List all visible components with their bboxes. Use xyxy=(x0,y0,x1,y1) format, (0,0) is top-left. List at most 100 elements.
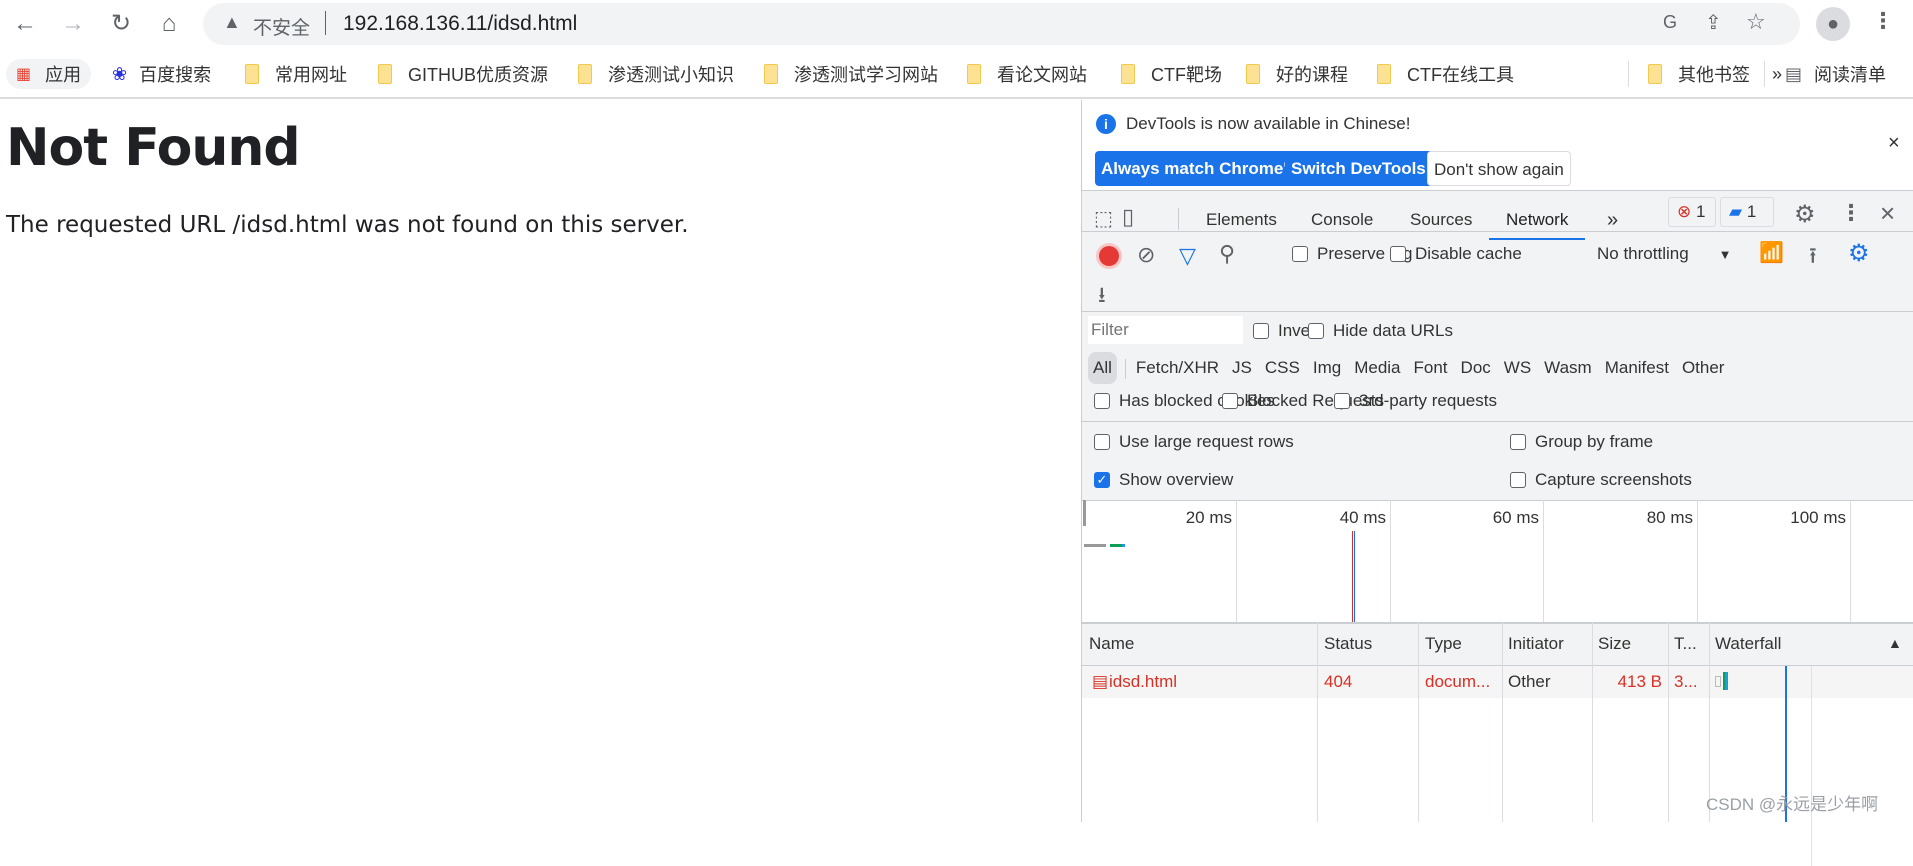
column-header-name[interactable]: Name xyxy=(1089,622,1134,665)
import-har-icon[interactable]: ⭱ xyxy=(1809,239,1817,277)
bookmark-folder[interactable]: 渗透测试学习网站 xyxy=(764,59,938,89)
checkbox[interactable] xyxy=(1253,323,1269,339)
profile-avatar[interactable]: ● xyxy=(1816,7,1850,41)
type-filter-other[interactable]: Other xyxy=(1682,352,1725,384)
overview-handle[interactable] xyxy=(1083,500,1086,526)
bookmark-folder[interactable]: 常用网址 xyxy=(245,59,347,89)
info-icon: i xyxy=(1096,114,1116,134)
grid-line xyxy=(1236,500,1237,622)
group-by-frame-checkbox[interactable]: Group by frame xyxy=(1510,432,1653,452)
type-filter-ws[interactable]: WS xyxy=(1504,352,1531,384)
request-name[interactable]: idsd.html xyxy=(1109,666,1177,698)
message-count-badge[interactable]: ▰ 1 xyxy=(1720,197,1774,227)
column-header-waterfall[interactable]: Waterfall xyxy=(1715,622,1781,665)
search-icon[interactable]: ⚲ xyxy=(1219,241,1235,267)
inspect-element-icon[interactable]: ⬚ xyxy=(1094,206,1113,231)
settings-gear-icon[interactable]: ⚙ xyxy=(1794,200,1816,229)
column-header-size[interactable]: Size xyxy=(1598,622,1631,665)
show-overview-label: Show overview xyxy=(1119,470,1234,489)
sort-ascending-icon[interactable]: ▲ xyxy=(1888,622,1902,665)
disable-cache-checkbox[interactable]: Disable cache xyxy=(1390,244,1522,264)
tab-network[interactable]: Network xyxy=(1489,200,1586,240)
bookmark-folder[interactable]: 看论文网站 xyxy=(967,59,1087,89)
checkbox[interactable] xyxy=(1390,246,1406,262)
network-conditions-icon[interactable]: 📶 xyxy=(1759,240,1784,265)
more-options-icon[interactable]: ⋮ xyxy=(1840,200,1862,226)
column-divider xyxy=(1418,622,1419,822)
checkbox-checked[interactable]: ✓ xyxy=(1094,472,1110,488)
table-row[interactable] xyxy=(1082,666,1913,698)
throttling-select[interactable]: No throttling ▼ xyxy=(1597,244,1732,264)
reload-button[interactable]: ↻ xyxy=(106,10,136,40)
checkbox[interactable] xyxy=(1308,323,1324,339)
third-party-checkbox[interactable]: 3rd-party requests xyxy=(1334,391,1497,411)
record-button[interactable] xyxy=(1099,246,1119,266)
dont-show-again-button[interactable]: Don't show again xyxy=(1427,151,1571,186)
large-rows-checkbox[interactable]: Use large request rows xyxy=(1094,432,1294,452)
type-filter-js[interactable]: JS xyxy=(1232,352,1252,384)
bookmark-apps[interactable]: ▦ 应用 xyxy=(6,59,92,89)
bookmark-folder[interactable]: CTF靶场 xyxy=(1121,59,1222,89)
checkbox[interactable] xyxy=(1334,393,1350,409)
other-bookmarks[interactable]: 其他书签 xyxy=(1648,59,1750,89)
filter-icon[interactable]: ▽ xyxy=(1179,243,1196,269)
checkbox[interactable] xyxy=(1510,434,1526,450)
bookmark-baidu[interactable]: ❀ 百度搜索 xyxy=(112,59,211,89)
tab-elements[interactable]: Elements xyxy=(1206,200,1277,240)
bookmarks-overflow-button[interactable]: » xyxy=(1772,59,1782,89)
bookmark-label: 渗透测试学习网站 xyxy=(794,65,938,85)
type-filter-font[interactable]: Font xyxy=(1414,352,1448,384)
close-infobar-icon[interactable]: × xyxy=(1888,132,1900,155)
type-filter-media[interactable]: Media xyxy=(1354,352,1400,384)
reading-list[interactable]: ▤ 阅读清单 xyxy=(1785,59,1886,89)
back-button[interactable]: ← xyxy=(10,10,40,40)
translate-icon[interactable]: G xyxy=(1663,12,1677,33)
type-filter-css[interactable]: CSS xyxy=(1265,352,1300,384)
checkbox[interactable] xyxy=(1292,246,1308,262)
folder-icon xyxy=(378,64,392,84)
capture-screenshots-checkbox[interactable]: Capture screenshots xyxy=(1510,470,1692,490)
checkbox[interactable] xyxy=(1510,472,1526,488)
menu-icon[interactable]: ⋮ xyxy=(1872,8,1894,34)
tab-console[interactable]: Console xyxy=(1311,200,1373,240)
show-overview-checkbox[interactable]: ✓ Show overview xyxy=(1094,470,1233,490)
error-count-badge[interactable]: ⊗ 1 xyxy=(1668,197,1716,227)
more-tabs-button[interactable]: » xyxy=(1607,200,1618,240)
request-time: 3... xyxy=(1674,672,1698,691)
close-devtools-icon[interactable]: × xyxy=(1880,198,1895,229)
star-icon[interactable]: ☆ xyxy=(1746,9,1766,35)
network-settings-icon[interactable]: ⚙ xyxy=(1848,239,1870,268)
column-divider xyxy=(1502,622,1503,822)
forward-button[interactable]: → xyxy=(58,10,88,40)
home-button[interactable]: ⌂ xyxy=(154,10,184,40)
address-bar[interactable]: ▲ 不安全 192.168.136.11/idsd.html G ⇪ ☆ xyxy=(203,3,1800,45)
device-toolbar-icon[interactable]: ▯ xyxy=(1122,204,1134,230)
type-filter-doc[interactable]: Doc xyxy=(1461,352,1491,384)
column-header-status[interactable]: Status xyxy=(1324,622,1372,665)
column-header-initiator[interactable]: Initiator xyxy=(1508,622,1564,665)
bookmark-folder[interactable]: 好的课程 xyxy=(1246,59,1348,89)
hide-data-urls-checkbox[interactable]: Hide data URLs xyxy=(1308,321,1453,341)
type-filter-all[interactable]: All xyxy=(1088,352,1117,384)
checkbox[interactable] xyxy=(1094,393,1110,409)
column-header-time[interactable]: T... xyxy=(1674,622,1697,665)
type-filter-img[interactable]: Img xyxy=(1313,352,1341,384)
type-filter-fetchxhr[interactable]: Fetch/XHR xyxy=(1136,352,1219,384)
filter-input[interactable] xyxy=(1088,316,1243,344)
grid-line xyxy=(1390,500,1391,622)
checkbox[interactable] xyxy=(1094,434,1110,450)
document-icon: ▤ xyxy=(1092,672,1109,691)
type-filter-manifest[interactable]: Manifest xyxy=(1605,352,1669,384)
bookmark-folder[interactable]: 渗透测试小知识 xyxy=(578,59,734,89)
bookmark-label: 阅读清单 xyxy=(1814,65,1887,85)
bookmark-folder[interactable]: CTF在线工具 xyxy=(1377,59,1514,89)
column-header-type[interactable]: Type xyxy=(1425,622,1462,665)
tab-sources[interactable]: Sources xyxy=(1410,200,1472,240)
bookmark-folder[interactable]: GITHUB优质资源 xyxy=(378,59,548,89)
checkbox[interactable] xyxy=(1222,393,1238,409)
share-icon[interactable]: ⇪ xyxy=(1705,10,1722,35)
url-text[interactable]: 192.168.136.11/idsd.html xyxy=(343,12,577,36)
clear-icon[interactable]: ⊘ xyxy=(1137,242,1155,268)
warning-icon[interactable]: ▲ xyxy=(223,12,241,33)
type-filter-wasm[interactable]: Wasm xyxy=(1544,352,1592,384)
